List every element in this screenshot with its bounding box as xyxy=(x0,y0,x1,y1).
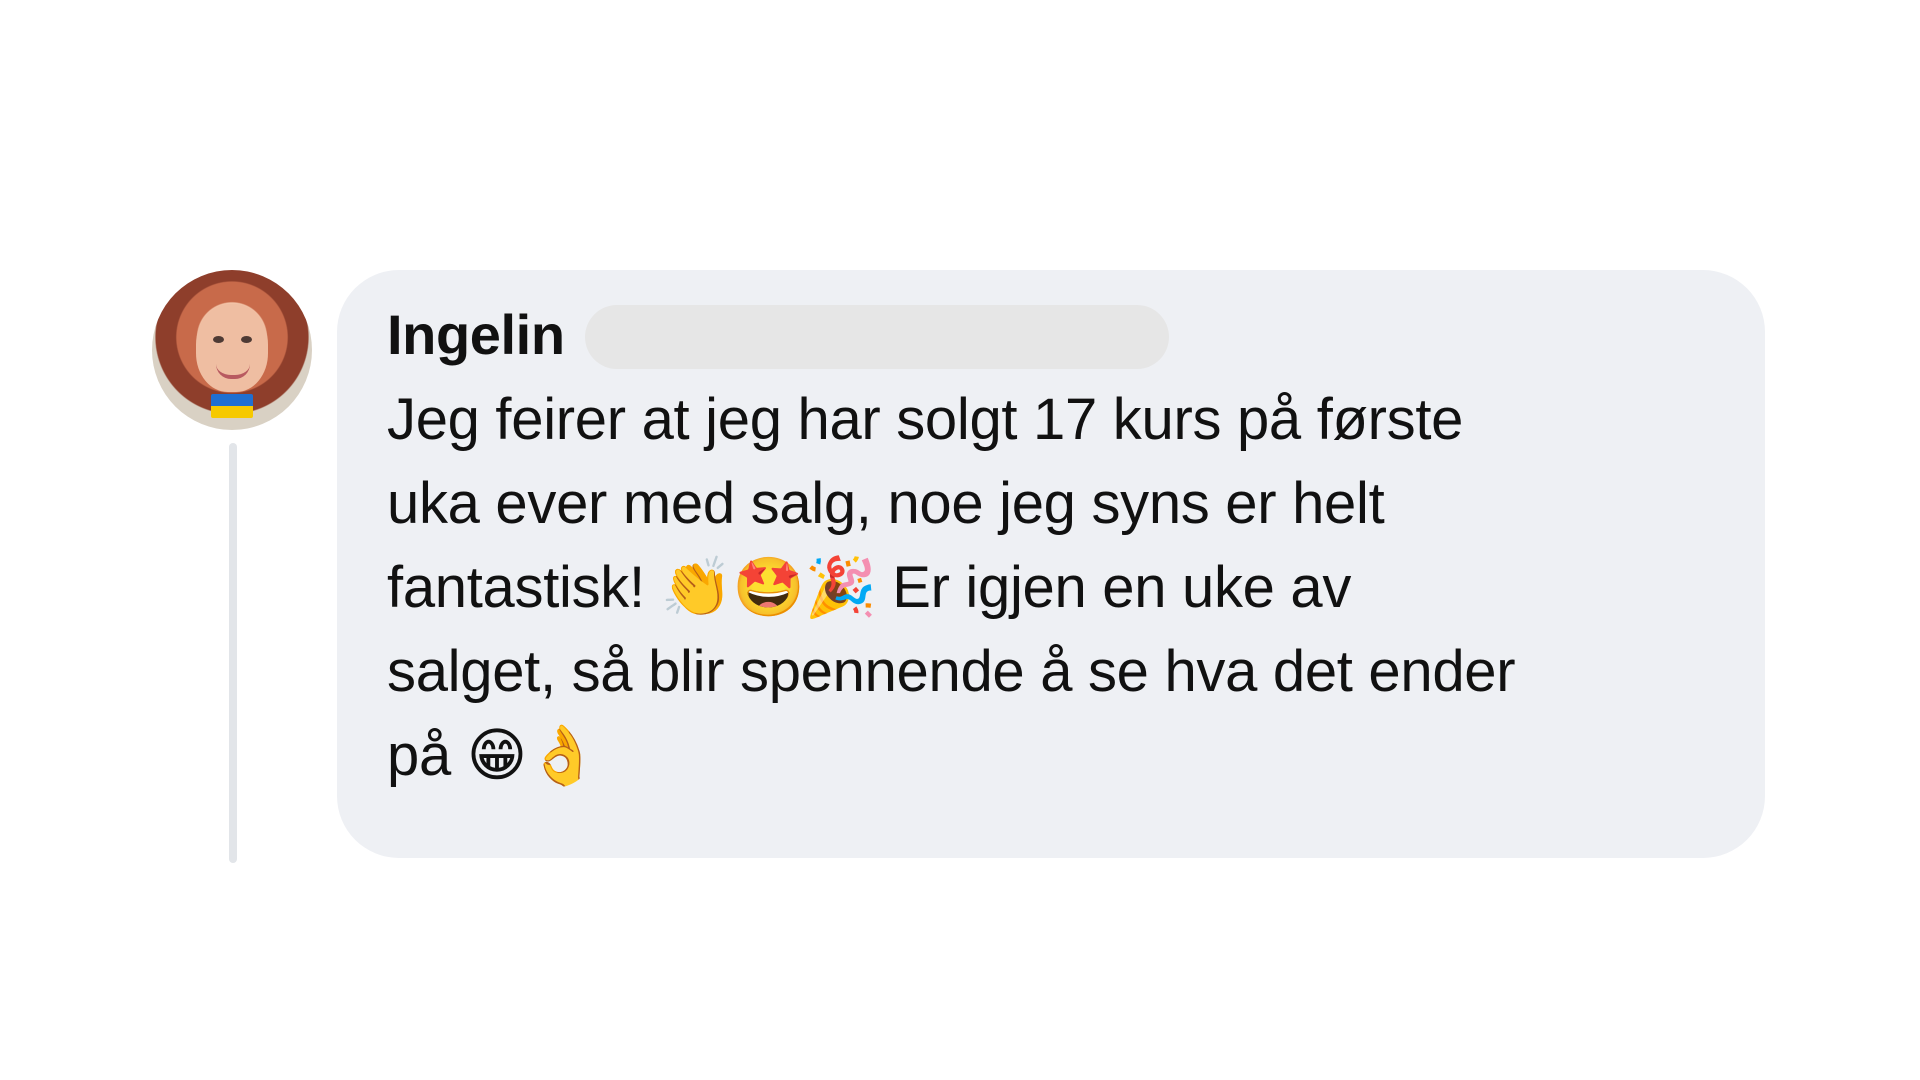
redacted-author-surname xyxy=(585,305,1169,369)
avatar-right-eye xyxy=(241,336,252,343)
thread-line xyxy=(229,443,237,863)
comment-author-name[interactable]: Ingelin xyxy=(387,304,565,366)
avatar-left-eye xyxy=(213,336,224,343)
ukraine-flag-icon xyxy=(211,394,253,418)
ukraine-flag-blue-stripe xyxy=(211,394,253,406)
comment-text: Jeg feirer at jeg har solgt 17 kurs på f… xyxy=(387,387,1516,788)
ukraine-flag-yellow-stripe xyxy=(211,406,253,418)
comment-bubble: Ingelin Jeg feirer at jeg har solgt 17 k… xyxy=(337,270,1765,858)
avatar[interactable] xyxy=(152,270,312,430)
